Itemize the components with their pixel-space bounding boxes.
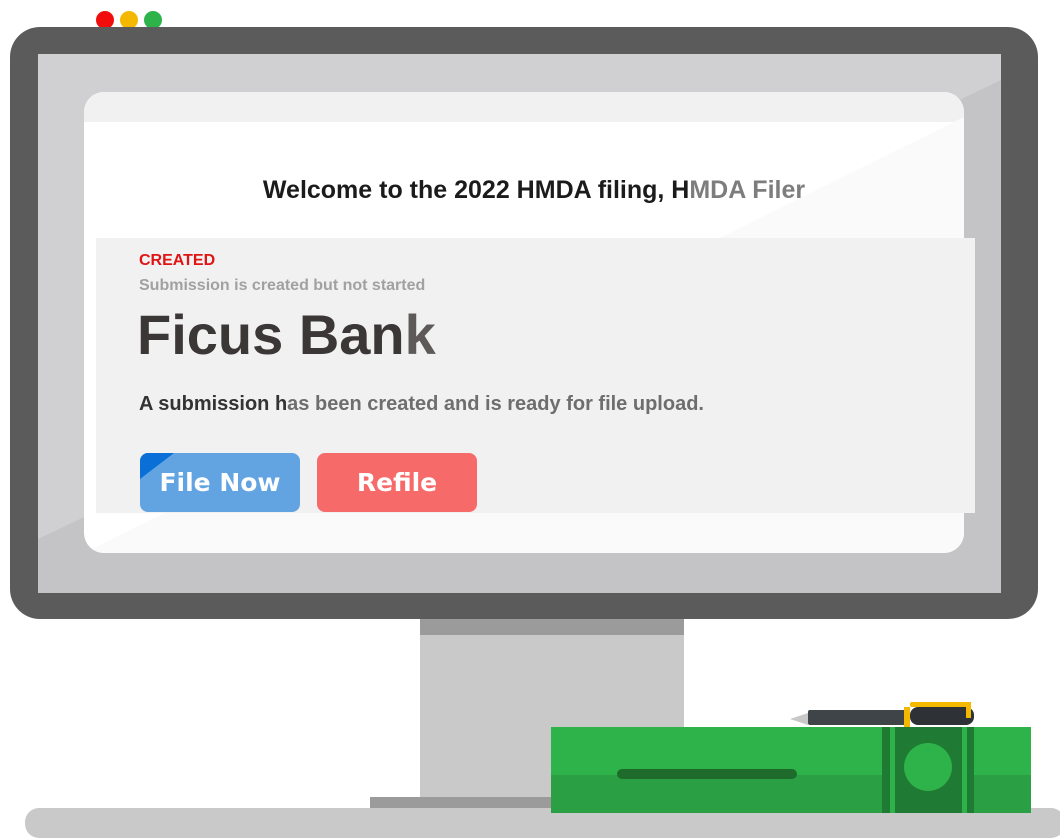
file-now-button[interactable]: File Now <box>140 453 300 512</box>
welcome-text: Welcome to the 2022 HMDA filing, H <box>262 176 690 204</box>
money-stack-icon <box>551 727 1031 813</box>
welcome-heading: Welcome to the 2022 HMDA filing, HMDA Fi… <box>0 176 1060 205</box>
institution-name-text: Ficus Ban <box>137 303 405 366</box>
status-message-tail: as been created and is ready for file up… <box>287 393 704 415</box>
pen-icon <box>790 702 974 727</box>
refile-label: Refile <box>356 468 438 497</box>
refile-button[interactable]: Refile <box>317 453 477 512</box>
institution-name: Ficus Bank <box>137 302 436 368</box>
status-badge: CREATED <box>139 252 216 269</box>
status-message: A submission has been created and is rea… <box>139 393 704 416</box>
institution-name-tail: k <box>404 303 436 366</box>
status-message-text: A submission h <box>139 393 288 415</box>
monitor-stand-shadow <box>420 619 684 635</box>
welcome-text-tail: MDA Filer <box>689 176 806 204</box>
status-description: Submission is created but not started <box>139 277 426 294</box>
file-now-label: File Now <box>159 468 281 497</box>
